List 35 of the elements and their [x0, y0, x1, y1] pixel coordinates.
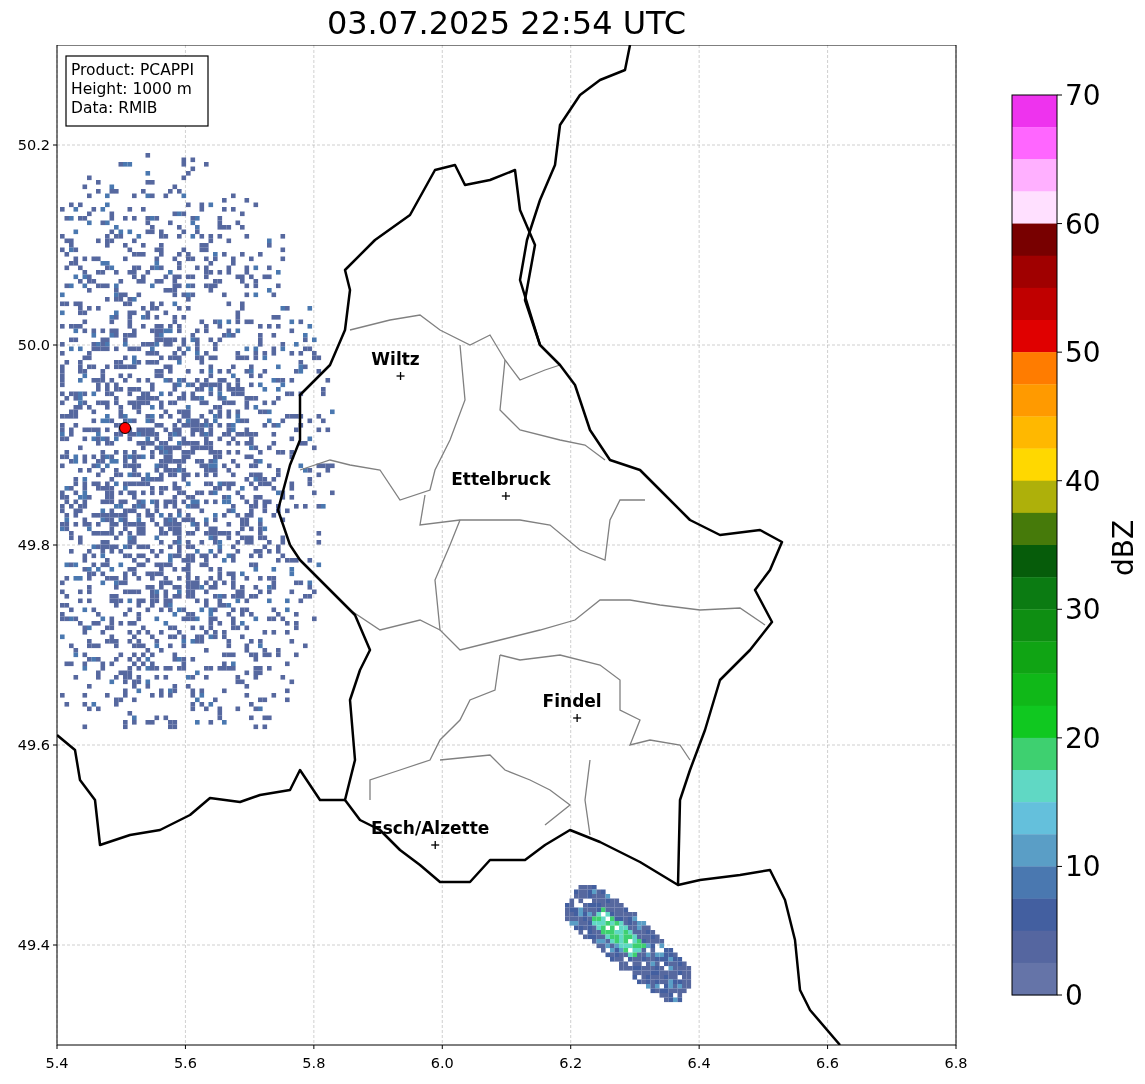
colorbar-tick-label: 20	[1065, 721, 1101, 755]
colorbar-tick-label: 60	[1065, 207, 1101, 241]
city-marker	[430, 840, 440, 850]
colorbar-tick-label: 30	[1065, 593, 1101, 627]
x-tick-label: 6.2	[559, 1055, 583, 1071]
colorbar-label: dBZ	[1107, 519, 1140, 577]
y-tick-label: 49.6	[17, 737, 50, 753]
city-marker	[395, 371, 406, 381]
x-tick-label: 6.8	[944, 1055, 968, 1071]
colorbar-tick-label: 0	[1065, 979, 1083, 1012]
x-tick-label: 6.6	[816, 1055, 840, 1071]
colorbar-tick-label: 10	[1065, 850, 1101, 884]
x-tick-label: 6.0	[430, 1055, 454, 1071]
info-text: Product: PCAPPI	[71, 61, 195, 79]
x-tick-label: 5.8	[302, 1055, 326, 1071]
x-tick-label: 6.4	[687, 1055, 711, 1071]
y-tick-label: 49.8	[17, 537, 50, 553]
colorbar-tick-label: 70	[1065, 79, 1101, 112]
colorbar-tick-label: 40	[1065, 464, 1101, 498]
city-label: Esch/Alzette	[371, 818, 490, 838]
x-tick-label: 5.6	[173, 1055, 197, 1071]
radar-site-marker	[119, 422, 132, 434]
city-marker	[572, 713, 582, 723]
city-label: Findel	[542, 691, 602, 711]
chart-title: 03.07.2025 22:54 UTC	[326, 6, 687, 39]
info-text: Data: RMIB	[71, 99, 158, 117]
x-tick-label: 5.4	[45, 1055, 69, 1071]
city-label: Wiltz	[371, 349, 420, 369]
colorbar-tick-label: 50	[1065, 336, 1101, 370]
city-marker	[501, 491, 511, 501]
y-tick-label: 50.2	[17, 137, 50, 153]
info-text: Height: 1000 m	[71, 80, 192, 98]
y-tick-label: 50.0	[17, 337, 50, 353]
city-label: Ettelbruck	[451, 469, 551, 489]
y-tick-label: 49.4	[17, 937, 50, 953]
